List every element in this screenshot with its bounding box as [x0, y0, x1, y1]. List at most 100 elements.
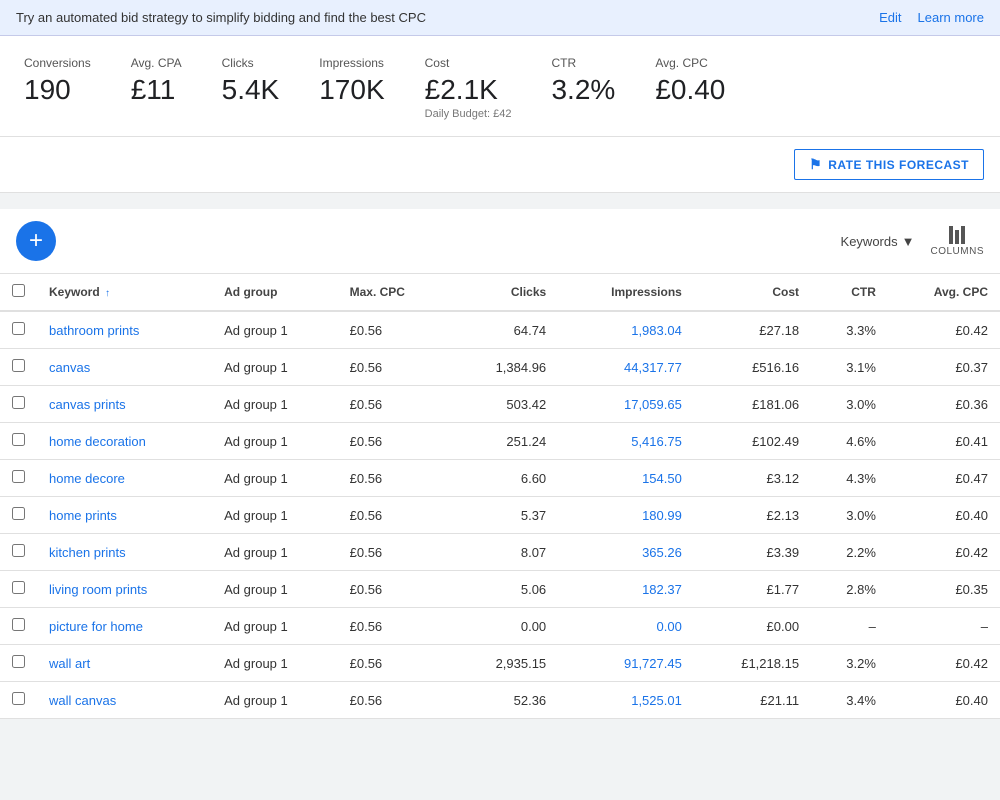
- max-cpc-cell-3: £0.56: [338, 423, 452, 460]
- max-cpc-cell-7: £0.56: [338, 571, 452, 608]
- learn-more-link[interactable]: Learn more: [918, 10, 984, 25]
- max-cpc-cell-5: £0.56: [338, 497, 452, 534]
- checkbox-0[interactable]: [12, 322, 25, 335]
- stat-item-avg.-cpa: Avg. CPA £11: [131, 56, 182, 106]
- ad-group-cell-8: Ad group 1: [212, 608, 337, 645]
- keyword-cell-7[interactable]: living room prints: [37, 571, 212, 608]
- stat-label: Conversions: [24, 56, 91, 70]
- ctr-cell-1: 3.1%: [811, 349, 888, 386]
- stat-item-ctr: CTR 3.2%: [551, 56, 615, 106]
- ctr-cell-9: 3.2%: [811, 645, 888, 682]
- col-header-6[interactable]: Cost: [694, 274, 811, 311]
- stat-value: £0.40: [655, 74, 725, 106]
- col-header-1[interactable]: Keyword ↑: [37, 274, 212, 311]
- checkbox-1[interactable]: [12, 359, 25, 372]
- toolbar-right: Keywords ▼ COLUMNS: [841, 226, 984, 257]
- avg-cpc-cell-9: £0.42: [888, 645, 1000, 682]
- keyword-cell-9[interactable]: wall art: [37, 645, 212, 682]
- rate-forecast-label: RATE THIS FORECAST: [828, 158, 969, 172]
- table-row: living room printsAd group 1£0.565.06182…: [0, 571, 1000, 608]
- checkbox-7[interactable]: [12, 581, 25, 594]
- impressions-cell-9[interactable]: 91,727.45: [558, 645, 694, 682]
- col-header-3[interactable]: Max. CPC: [338, 274, 452, 311]
- keyword-cell-10[interactable]: wall canvas: [37, 682, 212, 719]
- edit-link[interactable]: Edit: [879, 10, 901, 25]
- keyword-cell-2[interactable]: canvas prints: [37, 386, 212, 423]
- columns-button[interactable]: COLUMNS: [930, 226, 984, 257]
- forecast-row: ⚑ RATE THIS FORECAST: [0, 137, 1000, 193]
- ctr-cell-3: 4.6%: [811, 423, 888, 460]
- keywords-dropdown[interactable]: Keywords ▼: [841, 234, 915, 249]
- col-header-4[interactable]: Clicks: [451, 274, 558, 311]
- table-row: home decoreAd group 1£0.566.60154.50£3.1…: [0, 460, 1000, 497]
- table-row: canvas printsAd group 1£0.56503.4217,059…: [0, 386, 1000, 423]
- col-header-2[interactable]: Ad group: [212, 274, 337, 311]
- row-checkbox-1: [0, 349, 37, 386]
- col-header-0: [0, 274, 37, 311]
- impressions-cell-8[interactable]: 0.00: [558, 608, 694, 645]
- stat-label: Avg. CPA: [131, 56, 182, 70]
- stats-panel: Conversions 190 Avg. CPA £11 Clicks 5.4K…: [0, 36, 1000, 137]
- keyword-cell-6[interactable]: kitchen prints: [37, 534, 212, 571]
- banner-text: Try an automated bid strategy to simplif…: [16, 10, 426, 25]
- clicks-cell-3: 251.24: [451, 423, 558, 460]
- ctr-cell-6: 2.2%: [811, 534, 888, 571]
- avg-cpc-cell-10: £0.40: [888, 682, 1000, 719]
- checkbox-6[interactable]: [12, 544, 25, 557]
- ad-group-cell-10: Ad group 1: [212, 682, 337, 719]
- table-section: + Keywords ▼ COLUMNS Keyword ↑Ad groupMa…: [0, 209, 1000, 719]
- keyword-cell-8[interactable]: picture for home: [37, 608, 212, 645]
- stat-item-impressions: Impressions 170K: [319, 56, 384, 106]
- stat-item-conversions: Conversions 190: [24, 56, 91, 106]
- cost-cell-1: £516.16: [694, 349, 811, 386]
- clicks-cell-1: 1,384.96: [451, 349, 558, 386]
- impressions-cell-1[interactable]: 44,317.77: [558, 349, 694, 386]
- avg-cpc-cell-1: £0.37: [888, 349, 1000, 386]
- sort-arrow: ↑: [105, 288, 110, 299]
- rate-forecast-button[interactable]: ⚑ RATE THIS FORECAST: [794, 149, 984, 180]
- keyword-cell-3[interactable]: home decoration: [37, 423, 212, 460]
- clicks-cell-4: 6.60: [451, 460, 558, 497]
- stat-label: CTR: [551, 56, 615, 70]
- checkbox-3[interactable]: [12, 433, 25, 446]
- impressions-cell-6[interactable]: 365.26: [558, 534, 694, 571]
- keywords-table: Keyword ↑Ad groupMax. CPCClicksImpressio…: [0, 274, 1000, 719]
- max-cpc-cell-8: £0.56: [338, 608, 452, 645]
- table-row: wall artAd group 1£0.562,935.1591,727.45…: [0, 645, 1000, 682]
- keyword-cell-0[interactable]: bathroom prints: [37, 311, 212, 349]
- avg-cpc-cell-0: £0.42: [888, 311, 1000, 349]
- col-header-8[interactable]: Avg. CPC: [888, 274, 1000, 311]
- impressions-cell-7[interactable]: 182.37: [558, 571, 694, 608]
- col-header-7[interactable]: CTR: [811, 274, 888, 311]
- select-all-checkbox[interactable]: [12, 284, 25, 297]
- impressions-cell-4[interactable]: 154.50: [558, 460, 694, 497]
- ad-group-cell-0: Ad group 1: [212, 311, 337, 349]
- keyword-cell-4[interactable]: home decore: [37, 460, 212, 497]
- impressions-cell-2[interactable]: 17,059.65: [558, 386, 694, 423]
- keyword-cell-1[interactable]: canvas: [37, 349, 212, 386]
- stat-label: Impressions: [319, 56, 384, 70]
- checkbox-4[interactable]: [12, 470, 25, 483]
- stat-value: £2.1K: [425, 74, 512, 106]
- ctr-cell-5: 3.0%: [811, 497, 888, 534]
- checkbox-10[interactable]: [12, 692, 25, 705]
- keywords-label: Keywords: [841, 234, 898, 249]
- col-header-5[interactable]: Impressions: [558, 274, 694, 311]
- ad-group-cell-5: Ad group 1: [212, 497, 337, 534]
- impressions-cell-0[interactable]: 1,983.04: [558, 311, 694, 349]
- table-row: canvasAd group 1£0.561,384.9644,317.77£5…: [0, 349, 1000, 386]
- stat-label: Cost: [425, 56, 512, 70]
- ad-group-cell-7: Ad group 1: [212, 571, 337, 608]
- cost-cell-5: £2.13: [694, 497, 811, 534]
- impressions-cell-10[interactable]: 1,525.01: [558, 682, 694, 719]
- cost-cell-6: £3.39: [694, 534, 811, 571]
- checkbox-8[interactable]: [12, 618, 25, 631]
- checkbox-5[interactable]: [12, 507, 25, 520]
- impressions-cell-5[interactable]: 180.99: [558, 497, 694, 534]
- add-keyword-button[interactable]: +: [16, 221, 56, 261]
- impressions-cell-3[interactable]: 5,416.75: [558, 423, 694, 460]
- avg-cpc-cell-2: £0.36: [888, 386, 1000, 423]
- checkbox-2[interactable]: [12, 396, 25, 409]
- keyword-cell-5[interactable]: home prints: [37, 497, 212, 534]
- checkbox-9[interactable]: [12, 655, 25, 668]
